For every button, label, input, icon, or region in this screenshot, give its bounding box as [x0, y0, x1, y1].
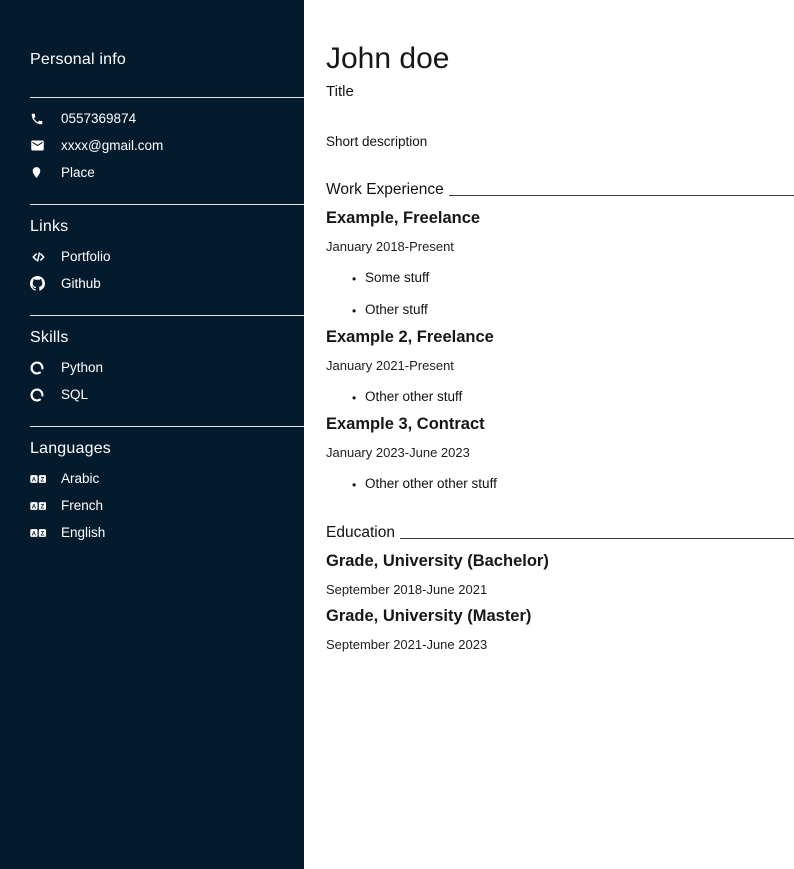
github-icon — [30, 276, 48, 291]
links-list: Portfolio Github — [0, 243, 304, 297]
skills-heading: Skills — [30, 328, 304, 347]
sidebar-item-french: AZ French — [0, 492, 304, 519]
sidebar: Personal info 0557369874 xxxx@gmail.com Pl… — [0, 0, 304, 869]
entry-date: January 2023-June 2023 — [326, 445, 794, 460]
bullet-item: Some stuff — [352, 270, 794, 286]
bullet-item: Other stuff — [352, 302, 794, 318]
section-heading: Work Experience — [326, 181, 444, 199]
entry-title: Grade, University (Bachelor) — [326, 552, 794, 571]
entry-title: Example, Freelance — [326, 209, 794, 228]
sidebar-divider — [30, 315, 304, 316]
personal-info-list: 0557369874 xxxx@gmail.com Place — [0, 105, 304, 186]
circle-notch-icon — [30, 388, 48, 402]
sidebar-item-english: AZ English — [0, 519, 304, 546]
section-work-experience: Work Experience Example, Freelance January… — [326, 181, 794, 492]
sidebar-item-portfolio[interactable]: Portfolio — [0, 243, 304, 270]
language-icon: AZ — [30, 500, 48, 512]
skills-list: Python SQL — [0, 354, 304, 408]
sidebar-item-label: Arabic — [61, 471, 99, 486]
entry-date: September 2021-June 2023 — [326, 637, 794, 652]
sidebar-item-github[interactable]: Github — [0, 270, 304, 297]
sidebar-item-label: Place — [61, 165, 95, 180]
section-heading-line — [400, 538, 794, 539]
svg-text:A: A — [32, 503, 37, 510]
entry-date: January 2018-Present — [326, 239, 794, 254]
svg-text:Z: Z — [41, 530, 45, 537]
sidebar-item-label: xxxx@gmail.com — [61, 138, 163, 153]
section-heading: Education — [326, 524, 395, 542]
svg-text:A: A — [32, 530, 37, 537]
links-heading: Links — [30, 217, 304, 236]
bullet-list: Other other stuff — [326, 389, 794, 405]
languages-list: AZArabicAZFrenchAZEnglish — [0, 465, 304, 546]
name-heading: John doe — [326, 42, 794, 75]
svg-text:Z: Z — [41, 476, 45, 483]
sidebar-item-label: Github — [61, 276, 101, 291]
envelope-icon — [30, 138, 48, 153]
entry-title: Example 2, Freelance — [326, 328, 794, 347]
section-heading-row: Education — [326, 524, 794, 542]
sidebar-item-python: Python — [0, 354, 304, 381]
circle-notch-icon — [30, 361, 48, 375]
sidebar-divider — [30, 204, 304, 205]
section-heading-row: Work Experience — [326, 181, 794, 199]
language-icon: AZ — [30, 473, 48, 485]
entry-title: Example 3, Contract — [326, 415, 794, 434]
language-icon: AZ — [30, 527, 48, 539]
entry-title: Grade, University (Master) — [326, 607, 794, 626]
resume-main: John doe Title Short description Work Ex… — [304, 0, 794, 869]
sidebar-item-place: Place — [0, 159, 304, 186]
sidebar-item-arabic: AZ Arabic — [0, 465, 304, 492]
sidebar-item-0557369874: 0557369874 — [0, 105, 304, 132]
bullet-item: Other other stuff — [352, 389, 794, 405]
svg-text:Z: Z — [41, 503, 45, 510]
sidebar-divider — [30, 97, 304, 98]
languages-heading: Languages — [30, 439, 304, 458]
sidebar-item-label: Python — [61, 360, 103, 375]
bullet-item: Other other other stuff — [352, 476, 794, 492]
location-pin-icon — [30, 165, 48, 180]
sidebar-item-label: 0557369874 — [61, 111, 136, 126]
bullet-list: Other other other stuff — [326, 476, 794, 492]
short-description: Short description — [326, 134, 794, 149]
sidebar-item-label: English — [61, 525, 105, 540]
sidebar-item-xxxx-gmail-com: xxxx@gmail.com — [0, 132, 304, 159]
code-icon — [30, 250, 48, 264]
phone-icon — [30, 112, 48, 126]
section-education: Education Grade, University (Bachelor) Sep… — [326, 524, 794, 652]
bullet-list: Some stuff Other stuff — [326, 270, 794, 318]
entry-date: September 2018-June 2021 — [326, 582, 794, 597]
entry-date: January 2021-Present — [326, 358, 794, 373]
sidebar-item-label: Portfolio — [61, 249, 111, 264]
job-title: Title — [326, 83, 794, 100]
section-heading-line — [449, 195, 794, 196]
svg-text:A: A — [32, 476, 37, 483]
resume-sections: Work Experience Example, Freelance January… — [326, 181, 794, 652]
personal-info-heading: Personal info — [30, 50, 304, 69]
sidebar-item-sql: SQL — [0, 381, 304, 408]
sidebar-divider — [30, 426, 304, 427]
sidebar-item-label: SQL — [61, 387, 88, 402]
sidebar-item-label: French — [61, 498, 103, 513]
